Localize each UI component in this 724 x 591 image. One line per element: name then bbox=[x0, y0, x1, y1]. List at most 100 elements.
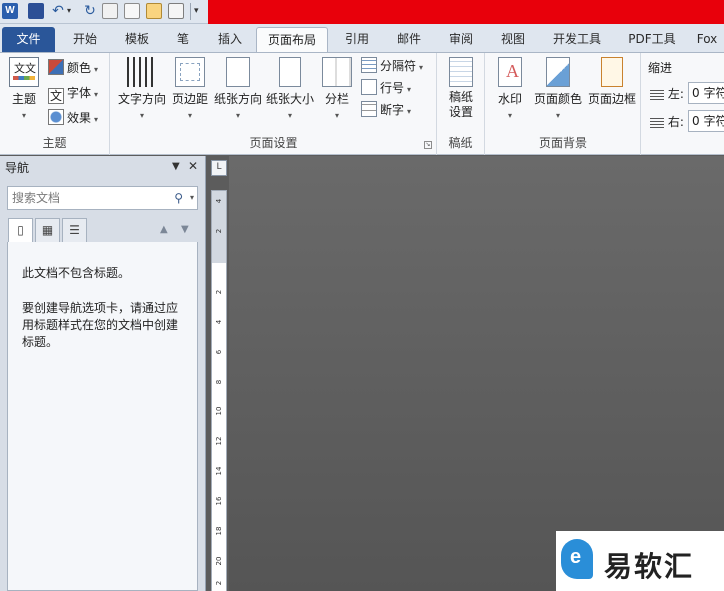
undo-icon[interactable]: ↶ bbox=[50, 3, 66, 19]
search-dropdown-icon[interactable]: ▾ bbox=[190, 187, 194, 209]
word-logo-icon[interactable]: W bbox=[2, 3, 18, 19]
theme-colors-button[interactable]: 颜色 ▾ bbox=[48, 57, 98, 79]
nav-menu-icon[interactable]: ▼ bbox=[172, 161, 180, 173]
ruler-tick: 10 bbox=[215, 406, 223, 416]
ruler-tick: 4 bbox=[215, 319, 223, 325]
effects-icon bbox=[48, 109, 64, 125]
orientation-caret-icon: ▾ bbox=[235, 111, 240, 120]
ruler-tick: 12 bbox=[215, 436, 223, 446]
document-canvas[interactable] bbox=[229, 156, 724, 591]
print-preview-icon[interactable] bbox=[124, 3, 140, 19]
ruler-tick: 2 bbox=[215, 289, 223, 295]
line-numbers-caret-icon: ▾ bbox=[407, 85, 412, 94]
orientation-button[interactable]: 纸张方向 ▾ bbox=[211, 57, 265, 120]
results-icon: ☰ bbox=[69, 223, 80, 237]
margins-caret-icon: ▾ bbox=[187, 111, 192, 120]
text-direction-button[interactable]: 文字方向 ▾ bbox=[115, 57, 169, 120]
group-label-draft-paper: 稿纸 bbox=[448, 136, 473, 150]
ruler-page-area bbox=[212, 263, 226, 591]
page-size-caret-icon: ▾ bbox=[287, 111, 292, 120]
nav-content bbox=[7, 242, 198, 591]
watermark-button[interactable]: 水印 ▾ bbox=[492, 57, 528, 120]
theme-button[interactable]: 文文 主题 ▾ bbox=[6, 57, 42, 120]
colors-caret-icon: ▾ bbox=[94, 65, 99, 74]
page-border-button[interactable]: 页面边框 bbox=[586, 57, 638, 107]
tab-template[interactable]: 模板 bbox=[112, 27, 162, 52]
hyphenation-button[interactable]: 断字 ▾ bbox=[361, 99, 411, 121]
undo-dropdown-icon[interactable]: ▾ bbox=[67, 3, 75, 19]
tab-insert[interactable]: 插入 bbox=[206, 27, 254, 52]
nav-up-arrow-icon[interactable]: ▲ bbox=[160, 224, 168, 235]
tab-fox[interactable]: Fox bbox=[690, 27, 724, 52]
nav-help-message: 要创建导航选项卡，请通过应用标题样式在您的文档中创建标题。 bbox=[22, 301, 179, 349]
draft-paper-icon bbox=[449, 57, 473, 87]
pages-grid-icon: ▦ bbox=[41, 223, 54, 237]
nav-tab-headings[interactable]: ▯ bbox=[8, 218, 33, 243]
indent-left-label: 左: bbox=[650, 85, 684, 102]
page-size-button[interactable]: 纸张大小 ▾ bbox=[263, 57, 317, 120]
tab-pen[interactable]: 笔 bbox=[164, 27, 202, 52]
group-draft-paper: 稿纸 设置 稿纸 bbox=[437, 53, 485, 155]
ruler-tick: 20 bbox=[215, 556, 223, 566]
nav-search-placeholder: 搜索文档 bbox=[12, 191, 61, 205]
indent-right-input[interactable]: 0 字符 bbox=[688, 110, 724, 132]
breaks-button[interactable]: 分隔符 ▾ bbox=[361, 55, 423, 77]
toolbar-separator bbox=[190, 3, 191, 20]
watermark-icon bbox=[498, 57, 522, 87]
ribbon: 文文 主题 ▾ 颜色 ▾ 文字体 ▾ 效果 ▾ 主题 文字方向 ▾ 页边距 ▾ 纸张方… bbox=[0, 52, 724, 155]
ruler-tick: 2 bbox=[215, 228, 223, 234]
customize-toolbar-icon[interactable]: ▾ bbox=[194, 3, 204, 19]
tab-selector[interactable]: L bbox=[211, 160, 227, 176]
redo-icon[interactable]: ↻ bbox=[82, 3, 98, 19]
nav-down-arrow-icon[interactable]: ▼ bbox=[181, 224, 189, 235]
nav-empty-message: 此文档不包含标题。 bbox=[22, 266, 131, 280]
text-direction-caret-icon: ▾ bbox=[139, 111, 144, 120]
margins-button[interactable]: 页边距 ▾ bbox=[169, 57, 211, 120]
theme-fonts-button[interactable]: 文字体 ▾ bbox=[48, 82, 98, 104]
breaks-caret-icon: ▾ bbox=[419, 63, 424, 72]
nav-tab-pages[interactable]: ▦ bbox=[35, 218, 60, 243]
group-page-background: 水印 ▾ 页面颜色 ▾ 页面边框 页面背景 bbox=[486, 53, 641, 155]
draft-paper-settings-button[interactable]: 稿纸 设置 bbox=[443, 57, 479, 120]
vertical-ruler[interactable]: 4 2 2 4 6 8 10 12 14 16 18 20 2 bbox=[211, 190, 227, 591]
save-icon[interactable] bbox=[28, 3, 44, 19]
tab-view[interactable]: 视图 bbox=[488, 27, 538, 52]
indent-left-input[interactable]: 0 字符 bbox=[688, 82, 724, 104]
page-color-button[interactable]: 页面颜色 ▾ bbox=[532, 57, 584, 120]
group-label-page-background: 页面背景 bbox=[538, 136, 587, 150]
tab-mailings[interactable]: 邮件 bbox=[384, 27, 434, 52]
colors-icon bbox=[48, 59, 64, 75]
tab-review[interactable]: 审阅 bbox=[436, 27, 486, 52]
tab-page-layout[interactable]: 页面布局 bbox=[256, 27, 328, 52]
site-watermark: 易软汇 bbox=[556, 531, 724, 591]
nav-tab-results[interactable]: ☰ bbox=[62, 218, 87, 243]
page-setup-launcher-icon[interactable]: ↘ bbox=[424, 141, 432, 149]
tab-developer[interactable]: 开发工具 bbox=[540, 27, 614, 52]
columns-icon bbox=[322, 57, 352, 87]
page-size-icon bbox=[279, 57, 301, 87]
effects-caret-icon: ▾ bbox=[94, 115, 99, 124]
edit-doc-icon[interactable] bbox=[102, 3, 118, 19]
ruler-tick: 16 bbox=[215, 496, 223, 506]
theme-effects-button[interactable]: 效果 ▾ bbox=[48, 107, 98, 129]
reading-view-icon[interactable] bbox=[168, 3, 184, 19]
watermark-caret-icon: ▾ bbox=[507, 111, 512, 120]
tab-file[interactable]: 文件 bbox=[2, 27, 55, 52]
columns-caret-icon: ▾ bbox=[334, 111, 339, 120]
open-folder-icon[interactable] bbox=[146, 3, 162, 19]
nav-close-icon[interactable]: ✕ bbox=[188, 160, 198, 172]
ruler-tick: 8 bbox=[215, 379, 223, 385]
line-numbers-button[interactable]: 行号 ▾ bbox=[361, 77, 411, 99]
columns-button[interactable]: 分栏 ▾ bbox=[319, 57, 355, 120]
page-color-icon bbox=[546, 57, 570, 87]
indent-left-icon bbox=[650, 88, 664, 100]
tab-pdf-tools[interactable]: PDF工具 bbox=[618, 27, 686, 52]
nav-search-input[interactable]: 搜索文档 ⚲ ▾ bbox=[7, 186, 198, 210]
ruler-tick: 18 bbox=[215, 526, 223, 536]
page-color-caret-icon: ▾ bbox=[555, 111, 560, 120]
indent-title: 缩进 bbox=[648, 61, 673, 75]
search-icon[interactable]: ⚲ bbox=[174, 187, 183, 209]
tab-home[interactable]: 开始 bbox=[60, 27, 110, 52]
tab-references[interactable]: 引用 bbox=[332, 27, 382, 52]
group-page-setup: 文字方向 ▾ 页边距 ▾ 纸张方向 ▾ 纸张大小 ▾ 分栏 ▾ 分隔符 ▾ 行号 ▾ bbox=[111, 53, 437, 155]
